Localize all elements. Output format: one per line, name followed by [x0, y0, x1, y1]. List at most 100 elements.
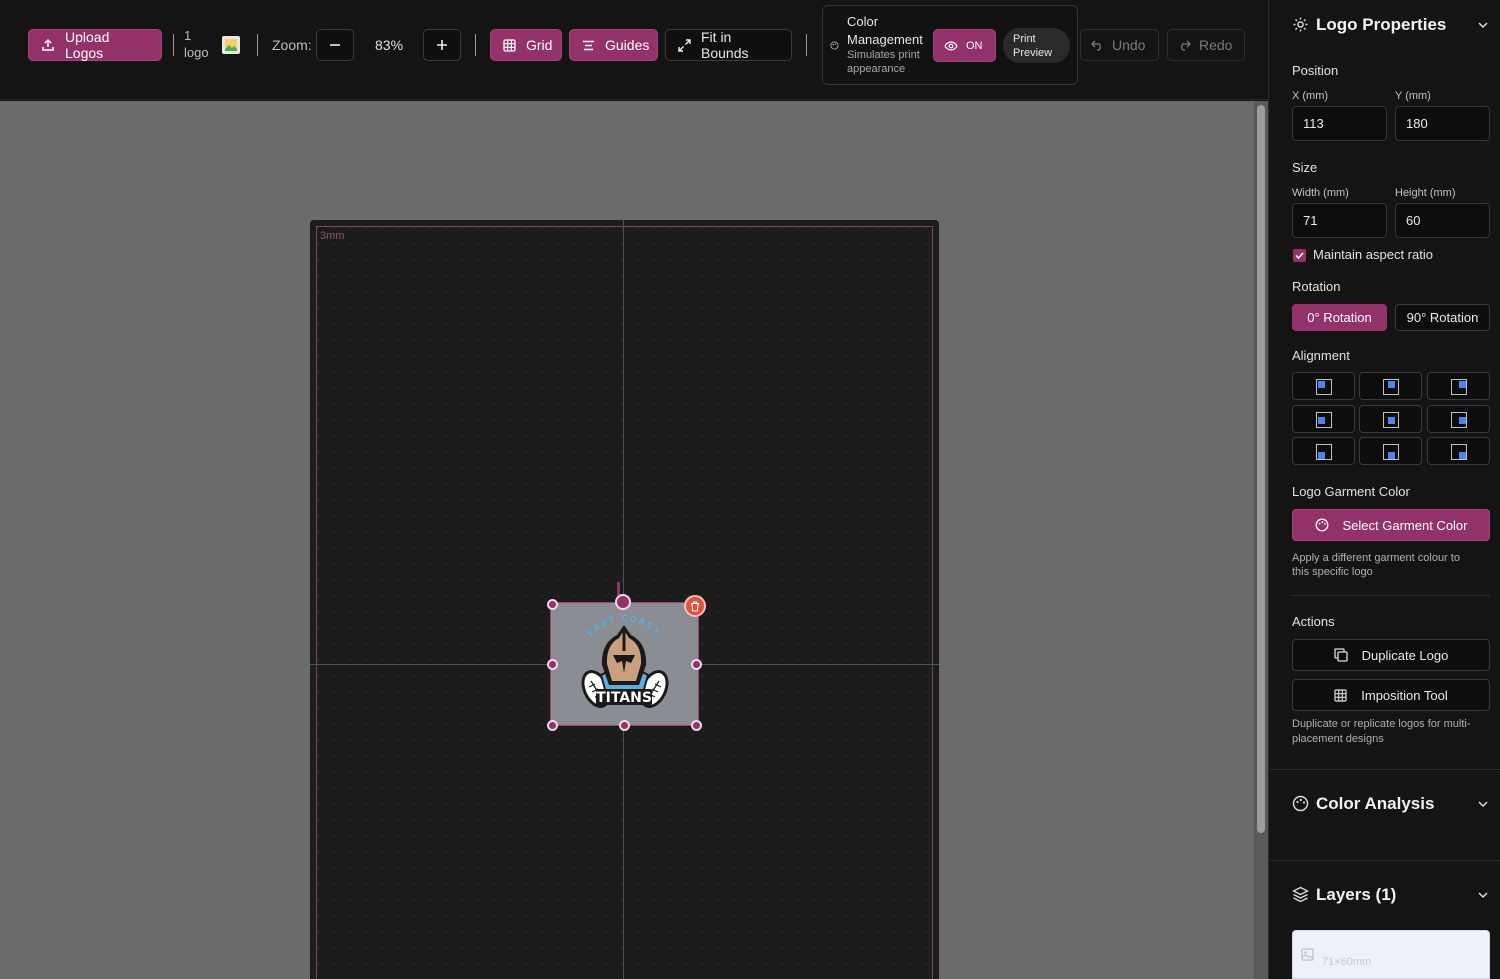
align-middle-left-button[interactable]	[1292, 405, 1355, 433]
grid-icon	[503, 38, 516, 52]
copy-icon	[1333, 648, 1348, 662]
color-management-title-2: Management	[847, 32, 923, 47]
print-preview-button[interactable]: Print Preview	[1003, 28, 1070, 63]
guides-toggle-button[interactable]: Guides	[569, 29, 658, 61]
canvas-scrollbar[interactable]	[1254, 101, 1268, 979]
expand-icon	[678, 38, 691, 52]
undo-label: Undo	[1112, 37, 1146, 53]
undo-icon	[1091, 40, 1104, 51]
y-input[interactable]: 180	[1395, 106, 1490, 141]
properties-panel: Logo Properties Position X (mm) Y (mm) 1…	[1268, 0, 1500, 979]
print-artboard[interactable]: 3mm EAST COAST TITANS	[310, 220, 939, 979]
maintain-aspect-label: Maintain aspect ratio	[1313, 247, 1433, 262]
color-management-panel: Color Management Simulates print appeara…	[822, 5, 1078, 85]
color-management-subtitle-2: appearance	[847, 63, 906, 75]
alignment-label: Alignment	[1292, 348, 1350, 363]
align-bottom-right-button[interactable]	[1427, 437, 1490, 465]
resize-handle-middle-left[interactable]	[547, 659, 558, 670]
canvas-area[interactable]: 3mm EAST COAST TITANS	[0, 101, 1254, 979]
grid-toggle-button[interactable]: Grid	[490, 29, 562, 61]
fit-in-bounds-label: Fit in Bounds	[701, 29, 749, 61]
minus-icon	[329, 39, 341, 51]
size-label: Size	[1292, 160, 1318, 175]
resize-handle-bottom-center[interactable]	[619, 720, 630, 731]
resize-handle-bottom-left[interactable]	[547, 720, 558, 731]
select-garment-color-label: Select Garment Color	[1342, 517, 1468, 533]
upload-icon	[41, 38, 55, 52]
undo-button[interactable]: Undo	[1080, 29, 1159, 61]
zoom-out-button[interactable]	[316, 29, 354, 61]
chevron-down-icon[interactable]	[1477, 798, 1489, 810]
layers-title: Layers (1)	[1316, 885, 1397, 904]
imposition-tool-button[interactable]: Imposition Tool	[1292, 679, 1490, 711]
zoom-value: 83%	[375, 37, 404, 53]
delete-logo-button[interactable]	[684, 595, 706, 617]
align-top-center-button[interactable]	[1359, 372, 1422, 400]
y-label: Y (mm)	[1395, 90, 1431, 102]
align-top-left-button[interactable]	[1292, 372, 1355, 400]
redo-icon	[1178, 40, 1191, 51]
palette-icon	[1315, 518, 1329, 532]
bleed-label: 3mm	[320, 230, 345, 242]
x-label: X (mm)	[1292, 90, 1329, 102]
select-garment-color-button[interactable]: Select Garment Color	[1292, 509, 1490, 541]
maintain-aspect-checkbox[interactable]	[1293, 249, 1306, 262]
garment-help-line-2: this specific logo	[1292, 566, 1373, 578]
actions-help-line-1: Duplicate or replicate logos for multi-	[1292, 718, 1471, 730]
rotation-90-button[interactable]: 90° Rotation	[1395, 304, 1490, 331]
zoom-in-button[interactable]	[423, 29, 461, 61]
color-management-on-toggle[interactable]: ON	[933, 29, 996, 62]
section-divider	[1292, 595, 1490, 596]
divider	[806, 34, 807, 56]
rotation-label: Rotation	[1292, 279, 1341, 294]
height-label: Height (mm)	[1395, 187, 1456, 199]
chevron-down-icon[interactable]	[1477, 889, 1489, 901]
grid-icon	[1334, 688, 1347, 702]
plus-icon	[436, 39, 448, 51]
guides-icon	[582, 39, 595, 52]
color-analysis-title: Color Analysis	[1316, 794, 1435, 813]
rotate-handle[interactable]	[615, 594, 631, 610]
print-preview-label-1: Print	[1013, 33, 1036, 45]
align-bottom-left-button[interactable]	[1292, 437, 1355, 465]
x-input[interactable]: 113	[1292, 106, 1387, 141]
panel-section-divider	[1269, 860, 1500, 861]
garment-color-label: Logo Garment Color	[1292, 484, 1410, 499]
actions-help-line-2: placement designs	[1292, 733, 1384, 745]
chevron-down-icon[interactable]	[1477, 19, 1489, 31]
align-middle-right-button[interactable]	[1427, 405, 1490, 433]
selected-logo[interactable]: EAST COAST TITANS	[550, 602, 699, 726]
toolbar: Upload Logos 1 logo Zoom: 83% Grid Guide…	[0, 0, 1268, 100]
eye-icon	[944, 40, 958, 51]
imposition-tool-label: Imposition Tool	[1361, 687, 1448, 703]
duplicate-logo-button[interactable]: Duplicate Logo	[1292, 639, 1490, 671]
align-top-right-button[interactable]	[1427, 372, 1490, 400]
panel-section-divider	[1269, 769, 1500, 770]
redo-button[interactable]: Redo	[1167, 29, 1245, 61]
image-icon	[1301, 948, 1314, 961]
width-input[interactable]: 71	[1292, 203, 1387, 238]
trash-icon	[690, 600, 700, 612]
logo-thumbnail-icon[interactable]	[222, 36, 240, 54]
duplicate-logo-label: Duplicate Logo	[1361, 647, 1449, 663]
layer-item[interactable]: 71×60mm	[1292, 930, 1490, 979]
width-label: Width (mm)	[1292, 187, 1349, 199]
color-management-title-1: Color	[847, 14, 879, 29]
resize-handle-middle-right[interactable]	[691, 659, 702, 670]
resize-handle-top-left[interactable]	[547, 599, 558, 610]
logo-properties-title: Logo Properties	[1316, 15, 1447, 34]
align-center-button[interactable]	[1359, 405, 1422, 433]
logo-text: TITANS	[596, 690, 652, 706]
resize-handle-bottom-right[interactable]	[691, 720, 702, 731]
scrollbar-thumb[interactable]	[1257, 105, 1265, 833]
rotation-0-button[interactable]: 0° Rotation	[1292, 304, 1387, 331]
align-bottom-center-button[interactable]	[1359, 437, 1422, 465]
palette-icon	[830, 41, 839, 50]
height-input[interactable]: 60	[1395, 203, 1490, 238]
garment-help-line-1: Apply a different garment colour to	[1292, 552, 1460, 564]
upload-logos-label: Upload Logos	[65, 29, 110, 61]
checkmark-icon	[1295, 252, 1304, 260]
toggle-on-label: ON	[966, 39, 983, 52]
upload-logos-button[interactable]: Upload Logos	[28, 29, 162, 61]
fit-in-bounds-button[interactable]: Fit in Bounds	[665, 29, 792, 61]
